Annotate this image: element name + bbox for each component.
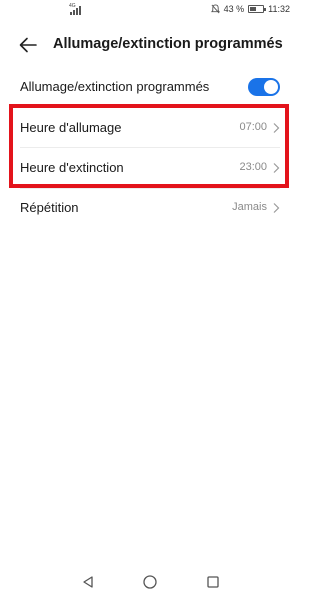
status-right: 43 % 11:32	[210, 4, 290, 14]
app-header: Allumage/extinction programmés	[0, 28, 300, 62]
page-title: Allumage/extinction programmés	[53, 36, 283, 52]
toggle-knob	[264, 80, 278, 94]
battery-percent: 43 %	[223, 4, 245, 14]
repeat-label: Répétition	[20, 200, 79, 215]
nav-home-icon	[143, 575, 157, 589]
nav-back-button[interactable]	[78, 572, 98, 592]
nav-back-icon	[83, 576, 93, 588]
scheduled-power-toggle-row[interactable]: Allumage/extinction programmés	[0, 67, 300, 107]
nav-home-button[interactable]	[140, 572, 160, 592]
clock: 11:32	[268, 4, 290, 14]
arrow-left-icon	[19, 37, 37, 53]
mute-bell-icon	[210, 4, 220, 14]
nav-recents-icon	[207, 576, 219, 588]
system-nav-bar	[0, 564, 300, 600]
repeat-row[interactable]: Répétition Jamais	[0, 188, 300, 228]
chevron-right-icon	[273, 203, 280, 213]
highlight-annotation	[9, 104, 289, 188]
nav-recents-button[interactable]	[203, 572, 223, 592]
back-button[interactable]	[16, 34, 40, 56]
repeat-value: Jamais	[232, 201, 267, 213]
scheduled-power-label: Allumage/extinction programmés	[20, 79, 210, 94]
battery-icon	[248, 5, 267, 13]
signal-icon: 4G	[69, 3, 81, 15]
network-type: 4G	[69, 3, 76, 9]
scheduled-power-toggle[interactable]	[248, 78, 280, 96]
status-bar: 4G 43 % 11:32	[0, 0, 300, 22]
